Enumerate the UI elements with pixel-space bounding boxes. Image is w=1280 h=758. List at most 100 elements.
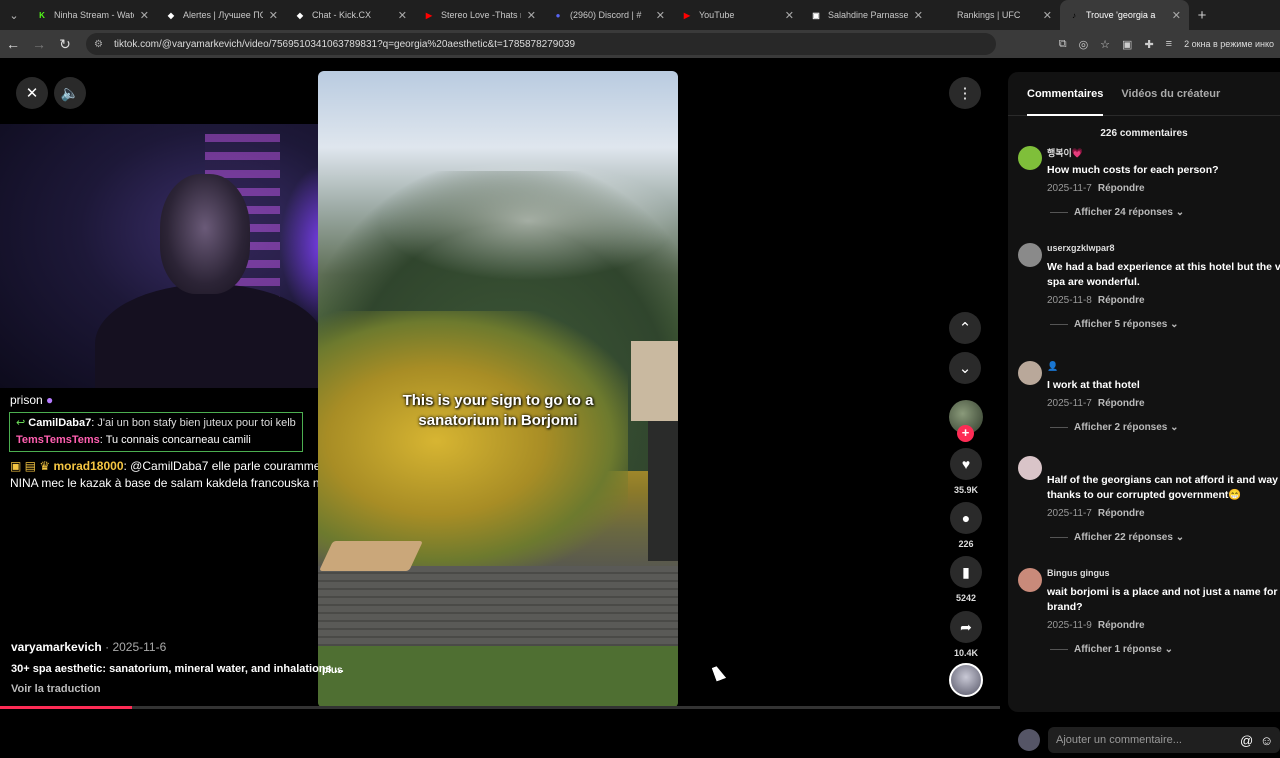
extension-icon[interactable]: ▣	[1122, 38, 1132, 51]
tab-close-icon[interactable]: ✕	[527, 9, 536, 22]
tab-creator-videos[interactable]: Vidéos du créateur	[1121, 88, 1220, 115]
tab-close-icon[interactable]: ✕	[269, 9, 278, 22]
bookmark-icon[interactable]: ▮	[950, 556, 982, 588]
show-replies-button[interactable]: Afficher 2 réponses ⌄	[1047, 422, 1280, 433]
commenter-name[interactable]: userxgzklwpar8	[1047, 243, 1280, 257]
like-action[interactable]: ♥ 35.9K	[948, 448, 984, 495]
browser-tab[interactable]: ● (2960) Discord | # ✕	[544, 0, 673, 30]
tab-close-icon[interactable]: ✕	[398, 9, 407, 22]
tab-close-icon[interactable]: ✕	[656, 9, 665, 22]
chat-reply-message: TemsTemsTems: Tu connais concarneau cami…	[16, 434, 251, 446]
chevron-up-icon[interactable]: ⌃	[949, 312, 981, 344]
commenter-avatar[interactable]	[1018, 568, 1042, 592]
comment-body: userxgzklwpar8 We had a bad experience at…	[1047, 243, 1280, 330]
tab-title: YouTube	[699, 10, 735, 20]
reply-button[interactable]: Répondre	[1098, 183, 1145, 194]
commenter-avatar[interactable]	[1018, 146, 1042, 170]
video-description[interactable]: 30+ spa aesthetic: sanatorium, mineral w…	[11, 663, 344, 675]
browser-tab[interactable]: ◆ Chat - Kick.CX ✕	[286, 0, 415, 30]
new-tab-button[interactable]: +	[1189, 7, 1215, 24]
tab-close-icon[interactable]: ✕	[785, 9, 794, 22]
caption-line: This is your sign to go to a	[402, 392, 594, 409]
save-action[interactable]: ▮ 5242	[948, 556, 984, 603]
video-progress-bar[interactable]	[0, 706, 1000, 709]
close-icon[interactable]: ✕	[16, 77, 48, 109]
eye-off-icon[interactable]: ◎	[1079, 38, 1089, 51]
tab-favicon-icon: ♪	[1072, 10, 1076, 20]
browser-tab[interactable]: ♪ Trouve 'georgia a ✕	[1060, 0, 1189, 30]
chat-reply-quote: ↩ CamilDaba7: J'ai un bon stafy bien jut…	[16, 417, 296, 429]
commenter-avatar[interactable]	[1018, 243, 1042, 267]
commenter-name[interactable]: Bingus gingus	[1047, 568, 1280, 582]
show-replies-button[interactable]: Afficher 5 réponses ⌄	[1047, 319, 1280, 330]
show-replies-button[interactable]: Afficher 22 réponses ⌄	[1047, 532, 1280, 543]
tab-close-icon[interactable]: ✕	[1043, 9, 1052, 22]
reply-button[interactable]: Répondre	[1098, 398, 1145, 409]
heart-icon[interactable]: ♥	[950, 448, 982, 480]
tab-title: Stereo Love -Thats m	[441, 10, 521, 20]
commenter-name[interactable]	[1047, 456, 1280, 470]
emoji-icon[interactable]: ☺	[1260, 733, 1280, 748]
tab-close-icon[interactable]: ✕	[140, 9, 149, 22]
tab-search-chevron-icon[interactable]: ⌄	[0, 0, 28, 30]
reply-button[interactable]: Répondre	[1098, 508, 1145, 519]
save-count: 5242	[955, 593, 977, 603]
commenter-avatar[interactable]	[1018, 456, 1042, 480]
browser-tab[interactable]: K Ninha Stream - Watc ✕	[28, 0, 157, 30]
back-icon[interactable]: ←	[0, 36, 26, 52]
reload-icon[interactable]: ↻	[52, 36, 78, 53]
share-icon[interactable]: ➦	[950, 611, 982, 643]
video-player[interactable]: This is your sign to go to a sanatorium …	[318, 71, 678, 708]
author-name[interactable]: varyamarkevich	[11, 640, 102, 654]
mention-icon[interactable]: @	[1240, 733, 1260, 748]
incognito-label[interactable]: 2 окна в режиме инко	[1184, 39, 1274, 49]
comment-meta: 2025-11-9 Répondre	[1047, 620, 1280, 631]
browser-tab[interactable]: ▶ YouTube ✕	[673, 0, 802, 30]
commenter-avatar[interactable]	[1018, 361, 1042, 385]
music-avatar[interactable]	[949, 663, 983, 697]
tab-favicon-icon: ▶	[683, 10, 691, 20]
video-author[interactable]: varyamarkevich · 2025-11-6	[11, 640, 166, 654]
site-info-icon[interactable]: ⚙	[94, 39, 108, 50]
media-icon[interactable]: ≡	[1166, 38, 1172, 50]
tab-close-icon[interactable]: ✕	[1172, 9, 1181, 22]
commenter-name[interactable]: 행복이💗	[1047, 146, 1280, 160]
more-options-icon[interactable]: ⋮	[949, 77, 981, 109]
autumn-trees	[318, 311, 628, 571]
comment-input-row: Ajouter un commentaire... @ ☺	[1008, 722, 1280, 758]
show-replies-button[interactable]: Afficher 24 réponses ⌄	[1047, 207, 1280, 218]
tab-title: Chat - Kick.CX	[312, 10, 372, 20]
browser-tab[interactable]: ▣ Salahdine Parnasse | ✕	[802, 0, 931, 30]
reply-button[interactable]: Répondre	[1098, 620, 1145, 631]
browser-tab[interactable]: Rankings | UFC ✕	[931, 0, 1060, 30]
show-replies-button[interactable]: Afficher 1 réponse ⌄	[1047, 644, 1280, 655]
forward-icon[interactable]: →	[26, 36, 52, 52]
chevron-down-icon[interactable]: ⌄	[949, 352, 981, 384]
follow-button[interactable]: +	[957, 425, 974, 442]
building-window	[648, 421, 678, 561]
comment-text-continued: spa are wonderful.	[1047, 276, 1140, 288]
comment-text-continued: brand?	[1047, 601, 1083, 613]
volume-icon[interactable]: 🔈	[54, 77, 86, 109]
post-date-value: 2025-11-6	[112, 640, 167, 654]
tab-close-icon[interactable]: ✕	[914, 9, 923, 22]
comment-input-placeholder: Ajouter un commentaire...	[1056, 734, 1182, 746]
post-date: · 2025-11-6	[105, 640, 167, 654]
tab-comments[interactable]: Commentaires	[1027, 88, 1104, 116]
reply-button[interactable]: Répondre	[1098, 295, 1145, 306]
comment-input[interactable]: Ajouter un commentaire... @ ☺	[1048, 727, 1280, 753]
puzzle-icon[interactable]: ✚	[1144, 38, 1153, 51]
comment-action[interactable]: ● 226	[948, 502, 984, 549]
browser-tab[interactable]: ▶ Stereo Love -Thats m ✕	[415, 0, 544, 30]
bookmark-star-icon[interactable]: ☆	[1100, 38, 1110, 51]
browser-tab[interactable]: ◆ Alertes | Лучшее ПО ✕	[157, 0, 286, 30]
share-action[interactable]: ➦ 10.4K	[948, 611, 984, 658]
comment-body: 행복이💗 How much costs for each person? 2025-…	[1047, 146, 1280, 218]
commenter-name[interactable]: 👤	[1047, 361, 1280, 375]
translate-link[interactable]: Voir la traduction	[11, 683, 101, 695]
comment-icon[interactable]: ●	[950, 502, 982, 534]
translate-icon[interactable]: ⧉	[1059, 38, 1067, 51]
address-bar[interactable]: ⚙ tiktok.com/@varyamarkevich/video/75695…	[86, 33, 996, 55]
tab-title: Rankings | UFC	[957, 10, 1021, 20]
chat-reply-box: ↩ CamilDaba7: J'ai un bon stafy bien jut…	[9, 412, 303, 452]
